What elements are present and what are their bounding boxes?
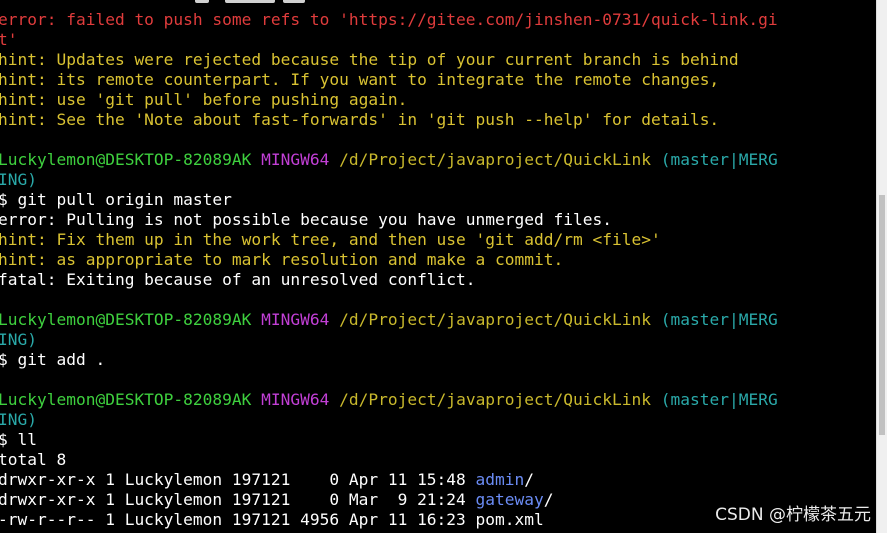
terminal-text-segment: MINGW64 (261, 390, 330, 409)
terminal-line: hint: use 'git pull' before pushing agai… (0, 90, 877, 110)
terminal-line: error: failed to push some refs to 'http… (0, 10, 877, 30)
terminal-text-segment: $ git pull origin master (0, 190, 232, 209)
terminal-text-segment: error: failed to push some refs to 'http… (0, 10, 778, 29)
terminal-line: hint: See the 'Note about fast-forwards'… (0, 110, 877, 130)
terminal-text-segment: hint: Updates were rejected because the … (0, 50, 739, 69)
terminal-text-segment: ING) (0, 410, 37, 429)
scrollbar-thumb[interactable] (879, 195, 885, 435)
terminal-line: hint: Fix them up in the work tree, and … (0, 230, 877, 250)
terminal-text-segment: t' (0, 30, 18, 49)
previous-output-strip (0, 0, 877, 4)
terminal-text-segment: (master|MERG (660, 390, 778, 409)
terminal-text-segment: -rw-r--r-- 1 Luckylemon 197121 4956 Apr … (0, 510, 544, 529)
terminal-line: $ ll (0, 430, 877, 450)
terminal-text-segment: gateway (475, 490, 544, 509)
terminal-text-segment: /d/Project/javaproject/QuickLink (339, 390, 651, 409)
terminal-line: fatal: Exiting because of an unresolved … (0, 270, 877, 290)
terminal-text-segment: ING) (0, 330, 37, 349)
terminal-text-segment: error: Pulling is not possible because y… (0, 210, 612, 229)
terminal-text-segment: /d/Project/javaproject/QuickLink (339, 150, 651, 169)
terminal-text-segment: /d/Project/javaproject/QuickLink (339, 310, 651, 329)
terminal-text-segment: $ git add . (0, 350, 106, 369)
terminal-text-segment: MINGW64 (261, 310, 330, 329)
terminal-text-segment: fatal: Exiting because of an unresolved … (0, 270, 476, 289)
terminal-line: $ git pull origin master (0, 190, 877, 210)
terminal-text-segment: Luckylemon@DESKTOP-82089AK (0, 150, 252, 169)
terminal-text-segment: drwxr-xr-x 1 Luckylemon 197121 0 Apr 11 … (0, 470, 476, 489)
terminal-text-segment: hint: use 'git pull' before pushing agai… (0, 90, 408, 109)
terminal-line: t' (0, 30, 877, 50)
terminal-text-segment: hint: as appropriate to mark resolution … (0, 250, 564, 269)
terminal-line: Luckylemon@DESKTOP-82089AK MINGW64 /d/Pr… (0, 390, 877, 410)
terminal-line: hint: Updates were rejected because the … (0, 50, 877, 70)
watermark: CSDN @柠檬茶五元 (715, 505, 871, 525)
terminal-line: drwxr-xr-x 1 Luckylemon 197121 0 Apr 11 … (0, 470, 877, 490)
terminal-text-segment: Luckylemon@DESKTOP-82089AK (0, 390, 252, 409)
terminal-line: ING) (0, 410, 877, 430)
terminal-text-segment: drwxr-xr-x 1 Luckylemon 197121 0 Mar 9 2… (0, 490, 476, 509)
terminal-text-segment: ING) (0, 170, 37, 189)
terminal-text-segment: Luckylemon@DESKTOP-82089AK (0, 310, 252, 329)
terminal-output[interactable]: error: failed to push some refs to 'http… (0, 10, 877, 530)
terminal-text-segment: (master|MERG (660, 150, 778, 169)
terminal-text-segment: / (543, 490, 554, 509)
terminal-line: hint: its remote counterpart. If you wan… (0, 70, 877, 90)
terminal-line: $ git add . (0, 350, 877, 370)
terminal-line: hint: as appropriate to mark resolution … (0, 250, 877, 270)
terminal-line: Luckylemon@DESKTOP-82089AK MINGW64 /d/Pr… (0, 310, 877, 330)
terminal-text-segment: (master|MERG (660, 310, 778, 329)
terminal-line: error: Pulling is not possible because y… (0, 210, 877, 230)
terminal-text-segment: hint: Fix them up in the work tree, and … (0, 230, 661, 249)
vertical-scrollbar[interactable] (876, 0, 887, 533)
terminal-text-segment: total 8 (0, 450, 67, 469)
terminal-line: Luckylemon@DESKTOP-82089AK MINGW64 /d/Pr… (0, 150, 877, 170)
terminal-text-segment: hint: its remote counterpart. If you wan… (0, 70, 720, 89)
terminal-text-segment: admin (475, 470, 525, 489)
terminal-line: ING) (0, 330, 877, 350)
terminal-window[interactable]: error: failed to push some refs to 'http… (0, 0, 887, 533)
terminal-text-segment: / (524, 470, 535, 489)
terminal-line: total 8 (0, 450, 877, 470)
terminal-text-segment: MINGW64 (261, 150, 330, 169)
terminal-text-segment: $ ll (0, 430, 37, 449)
terminal-text-segment: hint: See the 'Note about fast-forwards'… (0, 110, 720, 129)
terminal-line: ING) (0, 170, 877, 190)
